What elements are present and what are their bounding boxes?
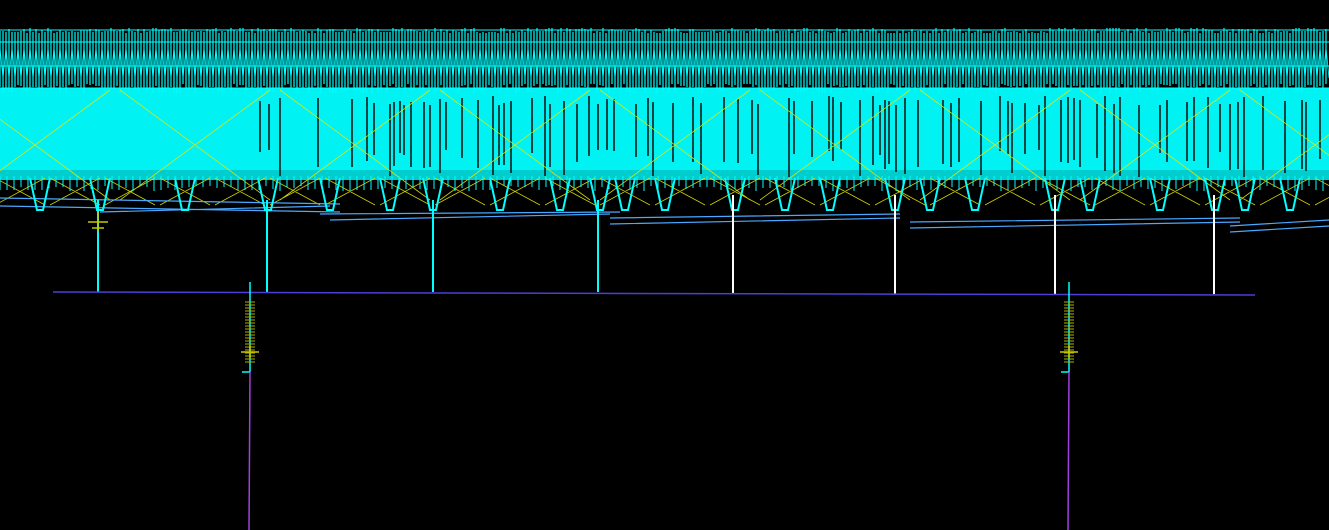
top-zigzag-lines [0,47,1329,79]
v-bracket [614,177,636,211]
ground-baseline [52,291,1256,296]
ground-line [52,291,1256,296]
v-bracket [489,177,511,211]
support-columns [88,195,1215,294]
v-bracket [174,177,196,211]
truss-band-fill [0,88,1329,180]
column-marker [88,212,108,232]
v-bracket [964,177,986,211]
v-bracket [29,177,51,211]
v-bracket [89,177,111,211]
v-bracket [1079,177,1101,211]
pile-marker [241,346,259,358]
chord-line-set [0,197,1329,233]
v-bracket [1234,177,1256,211]
truss-fill-band [0,88,1329,170]
pile-shaft [1067,371,1070,530]
v-bracket [819,177,841,211]
v-bracket [319,177,341,211]
cad-drawing-canvas[interactable] [0,0,1329,530]
pile-marker [1060,346,1078,358]
cad-viewport[interactable] [0,0,1329,530]
pile-foundations [241,282,1078,530]
v-bracket [919,177,941,211]
pile-shaft [248,371,251,530]
bottom-chord-lines [0,197,1329,233]
v-bracket [1149,177,1171,211]
v-bracket [589,177,611,211]
v-bracket [379,177,401,211]
